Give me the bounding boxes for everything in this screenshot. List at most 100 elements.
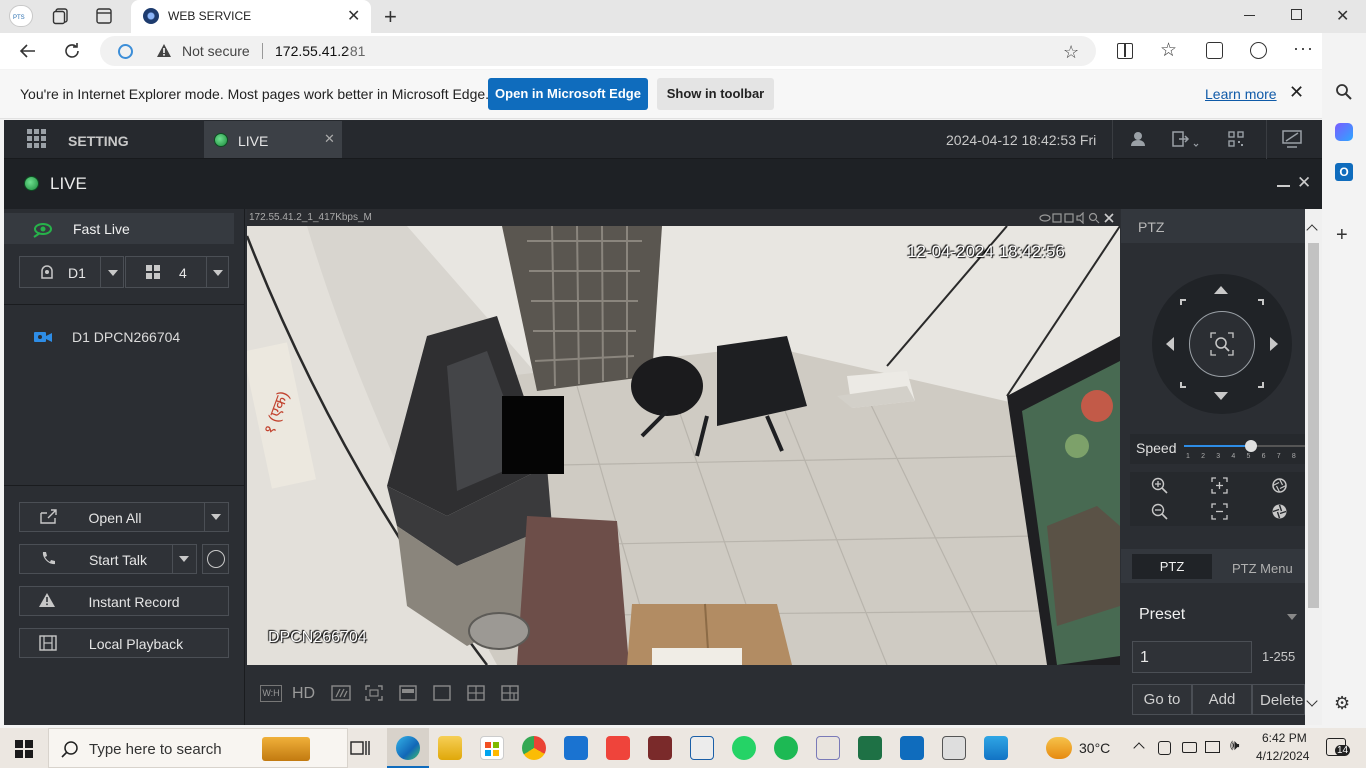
ptz-up-icon[interactable] [1214,286,1228,294]
weather-temp[interactable]: 30°C [1079,740,1110,756]
clock-time[interactable]: 6:42 PM [1262,731,1307,745]
new-tab-icon[interactable]: + [384,4,397,30]
sidebar-add-icon[interactable]: + [1336,224,1348,247]
close-tab-icon[interactable]: ✕ [347,6,360,26]
ptz-upright-icon[interactable] [1258,299,1264,305]
zoom-area-icon[interactable] [1210,332,1234,356]
tab-ptz[interactable]: PTZ [1132,554,1212,579]
anydesk-icon[interactable] [606,736,630,760]
app-calendar-icon[interactable] [648,736,672,760]
warning-icon[interactable] [156,43,172,59]
extensions-icon[interactable] [1250,42,1267,59]
outlook-icon[interactable] [900,736,924,760]
tray-chevron-icon[interactable] [1133,742,1145,754]
close-panel-icon[interactable]: ✕ [1297,173,1311,193]
preset-number-input[interactable]: 1 [1132,641,1252,673]
app-window-icon[interactable] [690,736,714,760]
close-infobar-icon[interactable]: ✕ [1289,82,1304,103]
zoom-out-icon[interactable] [1151,503,1168,520]
speed-handle[interactable] [1244,440,1257,452]
sidebar-settings-icon[interactable]: ⚙ [1334,693,1350,714]
edge-app-icon[interactable] [396,736,420,760]
tab-web-service[interactable]: WEB SERVICE ✕ [131,0,371,33]
show-in-toolbar-button[interactable]: Show in toolbar [657,78,774,110]
ptz-right-icon[interactable] [1270,337,1278,351]
tray-network-icon[interactable] [1205,741,1220,753]
chrome-icon[interactable] [522,736,546,760]
scroll-down-icon[interactable] [1306,695,1318,707]
device-select[interactable]: D1 [19,256,124,288]
layout-multi-icon[interactable] [501,685,519,701]
scroll-up-icon[interactable] [1306,224,1318,236]
ptz-downleft-icon[interactable] [1180,382,1186,388]
ms-store-icon[interactable] [480,736,504,760]
sidebar-outlook-icon[interactable]: O [1335,163,1353,181]
layout-single-icon[interactable] [433,685,451,701]
more-options-icon[interactable]: ··· [1293,38,1314,59]
taskbar-search[interactable]: Type here to search [48,728,348,768]
tally-icon[interactable] [816,736,840,760]
iris-open-icon[interactable] [1271,477,1288,494]
qr-code-icon[interactable] [1228,131,1244,147]
minimize-icon[interactable] [1244,15,1255,16]
hd-button[interactable]: HD [292,685,315,703]
close-live-tab-icon[interactable]: ✕ [324,131,335,147]
minimize-panel-icon[interactable] [1277,185,1290,187]
start-talk-button[interactable]: Start Talk [19,544,197,574]
mail-icon[interactable] [564,736,588,760]
scroll-thumb[interactable] [1308,243,1319,608]
preset-select[interactable]: Preset [1132,600,1305,630]
layout-quad-icon[interactable] [467,685,485,701]
ptz-scrollbar[interactable] [1305,209,1322,725]
ptz-upleft-icon[interactable] [1180,299,1186,305]
iris-close-icon[interactable] [1271,503,1288,520]
focus-near-icon[interactable] [1211,477,1228,494]
open-all-button[interactable]: Open All [19,502,229,532]
setting-label[interactable]: SETTING [68,133,129,149]
delete-preset-button[interactable]: Delete [1252,684,1305,715]
task-view-icon[interactable] [350,739,370,757]
open-in-edge-button[interactable]: Open in Microsoft Edge [488,78,648,110]
excel-icon[interactable] [858,736,882,760]
tab-actions-icon[interactable] [95,7,113,25]
logout-icon[interactable] [1172,131,1200,149]
collections-icon[interactable] [1206,42,1223,59]
ptz-downright-icon[interactable] [1258,382,1264,388]
zoom-in-icon[interactable] [1151,477,1168,494]
talk-status-toggle[interactable] [202,544,229,574]
tray-volume-icon[interactable]: 🕪 [1230,737,1239,754]
ptz-left-icon[interactable] [1166,337,1174,351]
display-icon[interactable] [1282,130,1302,148]
video-window[interactable]: 172.55.41.2_1_417Kbps_M १ (एक) 12-04-202… [247,209,1120,665]
local-playback-button[interactable]: Local Playback [19,628,229,658]
chevron-down-icon[interactable] [211,514,221,520]
url-field[interactable]: Not secure 172.55.41.2 :81 ☆ [100,36,1096,66]
spotify-icon[interactable] [774,736,798,760]
sidebar-search-icon[interactable] [1335,83,1353,101]
ptz-down-icon[interactable] [1214,392,1228,400]
fluency-icon[interactable] [331,685,351,701]
sidebar-copilot-icon[interactable] [1335,123,1353,141]
user-icon[interactable] [1130,131,1146,147]
layout-1-icon[interactable] [399,685,417,701]
app-generic-icon[interactable] [942,736,966,760]
start-icon[interactable] [15,740,33,758]
split-screen-icon[interactable] [1117,43,1133,59]
tab-ptz-menu[interactable]: PTZ Menu [1232,561,1293,576]
fast-live-header[interactable]: Fast Live [4,213,234,244]
fullscreen-icon[interactable] [365,685,383,701]
learn-more-link[interactable]: Learn more [1205,86,1277,102]
restore-icon[interactable] [1291,9,1302,20]
favorite-star-icon[interactable]: ☆ [1063,42,1079,63]
ie-mode-icon[interactable] [118,44,133,59]
ptz-direction-pad[interactable] [1152,274,1292,414]
whatsapp-icon[interactable] [732,736,756,760]
photos-icon[interactable] [984,736,1008,760]
tray-battery-icon[interactable] [1182,742,1197,753]
instant-record-button[interactable]: Instant Record [19,586,229,616]
file-explorer-icon[interactable] [438,736,462,760]
split-select[interactable]: 4 [125,256,229,288]
workspaces-icon[interactable] [52,7,70,25]
clock-date[interactable]: 4/12/2024 [1256,749,1309,763]
profile-avatar[interactable]: PTS [9,5,33,27]
